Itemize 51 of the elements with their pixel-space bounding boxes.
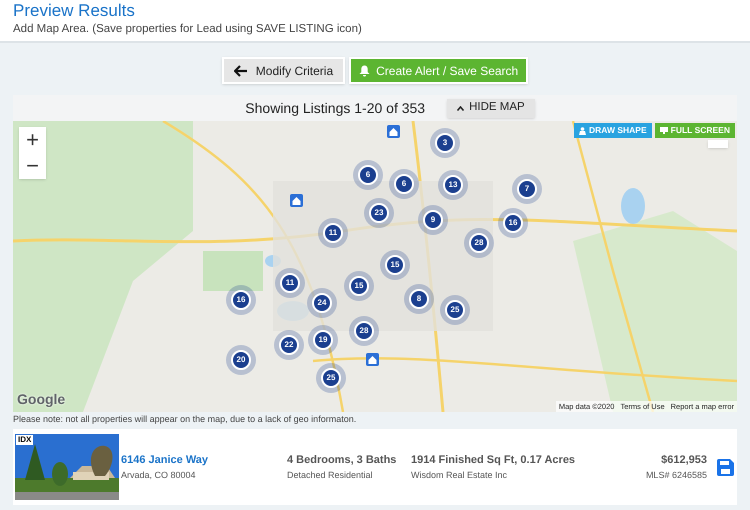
cluster-marker[interactable]: 15 [380,250,410,280]
cluster-marker[interactable]: 25 [440,295,470,325]
cluster-marker[interactable]: 22 [274,330,304,360]
cluster-marker[interactable]: 19 [308,325,338,355]
listing-type: Detached Residential [287,468,374,482]
cluster-marker[interactable]: 23 [364,198,394,228]
page-title: Preview Results [13,1,136,21]
listing-price: $612,953 [661,453,707,468]
results-summary: Showing Listings 1-20 of 353 [245,98,426,118]
modify-criteria-button[interactable]: Modify Criteria [222,57,346,84]
listing-card[interactable]: IDX 6146 Janice Way Arvada, CO 80004 4 Bedrooms, 3 Baths Detached Residential 1914 Finished Sq Ft, 0.17 Acres Wisdom Real Estate Inc $612,953 MLS# 6246585 [13,429,737,505]
idx-badge: IDX [16,435,34,445]
zoom-out-button[interactable]: − [26,153,39,179]
listing-address-link[interactable]: 6146 Janice Way [121,452,287,468]
person-icon [579,126,586,134]
cluster-marker[interactable]: 28 [349,316,379,346]
house-marker-icon [387,125,400,138]
listing-mls: MLS# 6246585 [646,468,707,482]
cluster-marker[interactable]: 7 [512,174,542,204]
cluster-marker[interactable]: 11 [275,268,305,298]
monitor-icon [660,127,668,134]
cluster-marker[interactable]: 25 [316,363,346,393]
google-logo: Google [17,390,66,409]
hide-map-button[interactable]: HIDE MAP [447,98,535,118]
cluster-marker[interactable]: 16 [226,285,256,315]
cluster-marker[interactable]: 8 [404,284,434,314]
house-marker-icon [290,194,303,207]
map-note: Please note: not all properties will appear on the map, due to a lack of geo informaton. [13,413,358,425]
back-arrow-icon [234,64,248,76]
page-subtitle: Add Map Area. (Save properties for Lead using SAVE LISTING icon) [13,22,363,37]
save-listing-button[interactable] [717,458,734,476]
cluster-marker[interactable]: 24 [307,288,337,318]
cluster-marker[interactable]: 15 [344,271,374,301]
listing-city: Arvada, CO 80004 [121,468,197,482]
zoom-in-button[interactable]: + [26,127,39,153]
listing-office: Wisdom Real Estate Inc [411,468,508,482]
listing-size: 1914 Finished Sq Ft, 0.17 Acres [411,453,576,468]
cluster-marker[interactable]: 9 [418,205,448,235]
bell-icon [359,64,370,76]
cluster-marker[interactable]: 6 [353,160,383,190]
caret-up-icon [457,106,464,110]
cluster-marker[interactable]: 3 [430,128,460,158]
listing-rooms: 4 Bedrooms, 3 Baths [287,453,398,468]
cluster-marker[interactable]: 13 [438,170,468,200]
fullscreen-toggle-button[interactable] [708,140,728,148]
cluster-marker[interactable]: 20 [226,345,256,375]
cluster-marker[interactable]: 16 [498,208,528,238]
cluster-marker[interactable]: 11 [318,218,348,248]
cluster-marker[interactable]: 28 [464,228,494,258]
cluster-marker[interactable]: 6 [389,169,419,199]
house-marker-icon [366,353,379,366]
